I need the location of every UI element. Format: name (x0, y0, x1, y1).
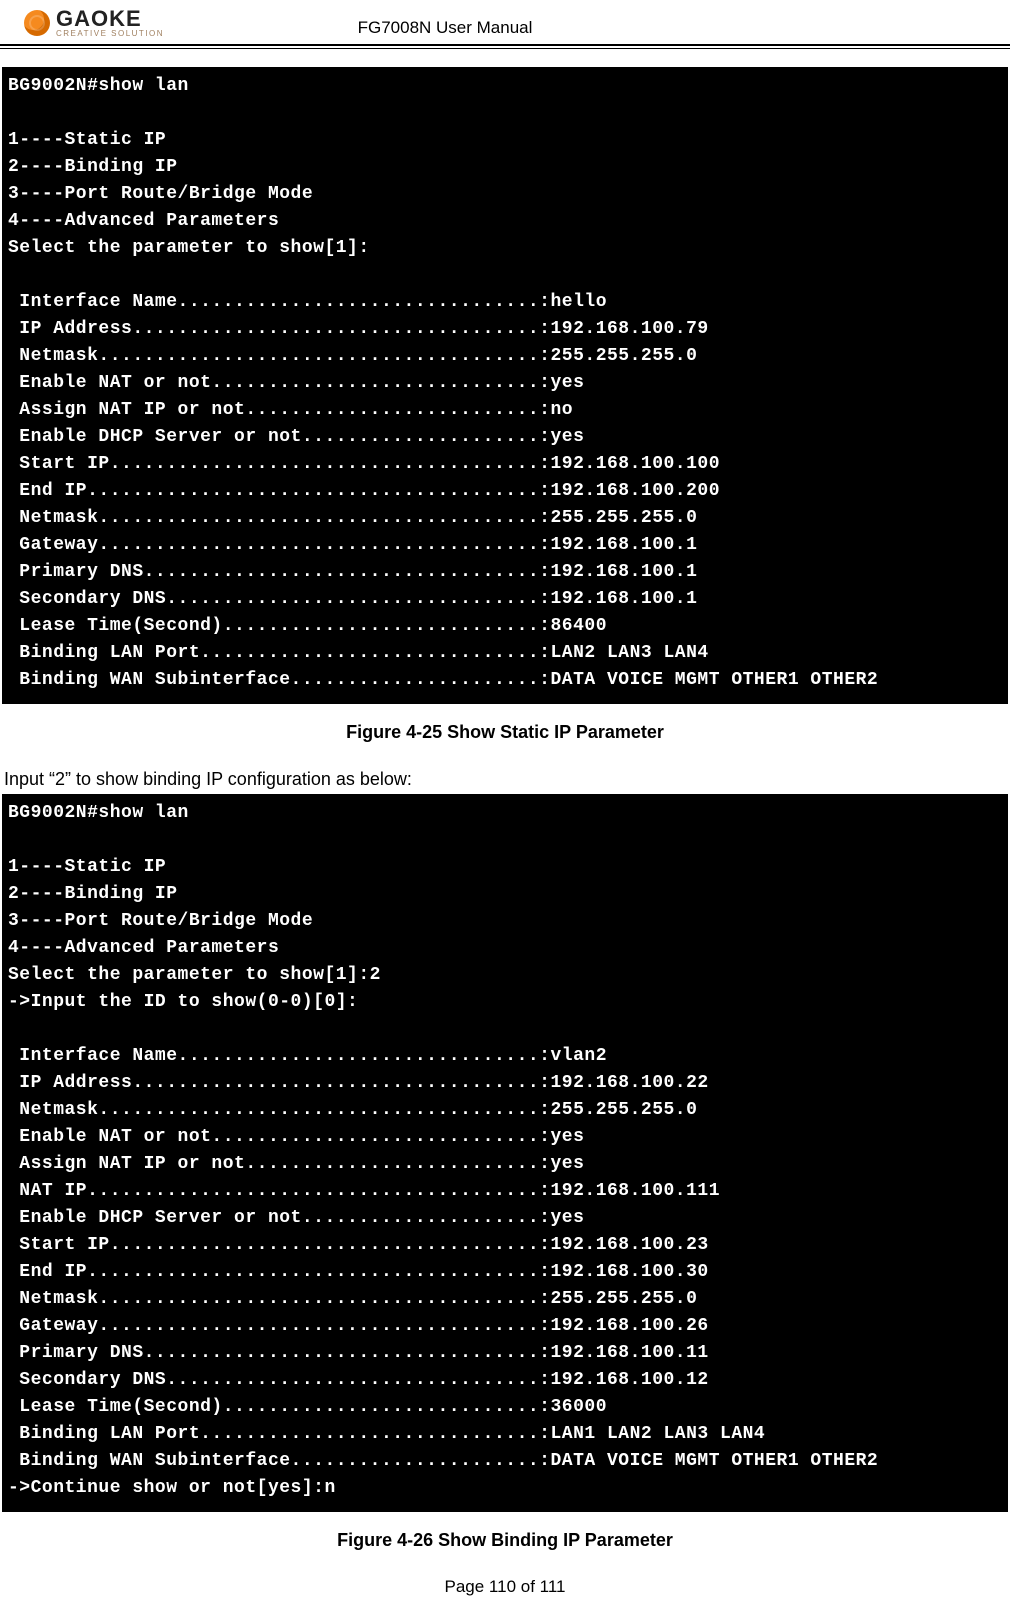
figure-caption-426: Figure 4-26 Show Binding IP Parameter (2, 1530, 1008, 1551)
document-title: FG7008N User Manual (358, 18, 533, 38)
terminal-static-ip: BG9002N#show lan 1----Static IP 2----Bin… (2, 67, 1008, 704)
header-divider-top (0, 44, 1010, 46)
terminal-binding-ip: BG9002N#show lan 1----Static IP 2----Bin… (2, 794, 1008, 1512)
body-paragraph: Input “2” to show binding IP configurati… (4, 769, 1008, 790)
page-header: GAOKE CREATIVE SOLUTION FG7008N User Man… (0, 0, 1010, 42)
logo-icon (24, 10, 50, 36)
page-number: Page 110 of 111 (2, 1577, 1008, 1597)
figure-caption-425: Figure 4-25 Show Static IP Parameter (2, 722, 1008, 743)
brand-logo: GAOKE CREATIVE SOLUTION (24, 8, 164, 38)
header-divider-bottom (0, 48, 1010, 49)
brand-name: GAOKE (56, 8, 164, 30)
brand-tagline: CREATIVE SOLUTION (56, 30, 164, 38)
